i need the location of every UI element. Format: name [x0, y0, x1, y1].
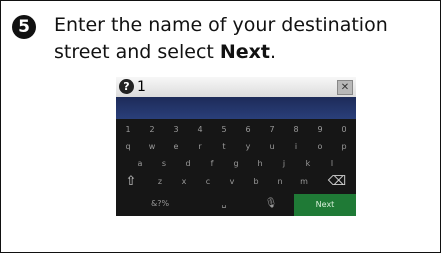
key-o[interactable]: o: [310, 139, 330, 155]
key-t[interactable]: t: [214, 139, 234, 155]
key-w[interactable]: w: [142, 139, 162, 155]
clear-input-button[interactable]: ✕: [337, 80, 353, 95]
next-button[interactable]: Next: [294, 194, 356, 216]
microphone-icon[interactable]: 🎙: [256, 194, 286, 214]
key-9[interactable]: 9: [310, 122, 330, 138]
key-y[interactable]: y: [238, 139, 258, 155]
shift-icon[interactable]: ⇧: [120, 174, 142, 190]
instruction-bold-next: Next: [219, 41, 271, 63]
space-bar-icon[interactable]: ␣: [202, 194, 246, 214]
keyboard-row-numbers: 1 2 3 4 5 6 7 8 9 0: [116, 122, 356, 138]
step-number-badge: 5: [12, 15, 36, 39]
key-g[interactable]: g: [226, 156, 246, 172]
key-a[interactable]: a: [130, 156, 150, 172]
help-icon[interactable]: ?: [119, 79, 134, 94]
key-n[interactable]: n: [270, 174, 290, 190]
key-d[interactable]: d: [178, 156, 198, 172]
symbols-button[interactable]: &?%: [140, 194, 180, 214]
key-k[interactable]: k: [298, 156, 318, 172]
key-x[interactable]: x: [174, 174, 194, 190]
key-u[interactable]: u: [262, 139, 282, 155]
key-f[interactable]: f: [202, 156, 222, 172]
backspace-icon[interactable]: ⌫: [324, 174, 350, 190]
key-r[interactable]: r: [190, 139, 210, 155]
key-s[interactable]: s: [154, 156, 174, 172]
key-i[interactable]: i: [286, 139, 306, 155]
key-j[interactable]: j: [274, 156, 294, 172]
key-8[interactable]: 8: [286, 122, 306, 138]
key-2[interactable]: 2: [142, 122, 162, 138]
key-5[interactable]: 5: [214, 122, 234, 138]
key-p[interactable]: p: [334, 139, 354, 155]
navigation-device-screen: ? 1 ✕ 1 2 3 4 5 6 7 8 9 0 q w e r t y u …: [116, 77, 356, 216]
street-search-bar: ? 1 ✕: [116, 77, 356, 97]
key-4[interactable]: 4: [190, 122, 210, 138]
key-6[interactable]: 6: [238, 122, 258, 138]
key-c[interactable]: c: [198, 174, 218, 190]
key-3[interactable]: 3: [166, 122, 186, 138]
on-screen-keyboard: 1 2 3 4 5 6 7 8 9 0 q w e r t y u i o p …: [116, 119, 356, 216]
key-h[interactable]: h: [250, 156, 270, 172]
street-input[interactable]: 1: [137, 78, 146, 96]
key-e[interactable]: e: [166, 139, 186, 155]
keyboard-row-qwerty: q w e r t y u i o p: [116, 139, 356, 155]
key-l[interactable]: l: [322, 156, 342, 172]
suggestion-area: [116, 97, 356, 119]
keyboard-row-bottom: &?% ␣ 🎙 Next: [116, 194, 356, 216]
keyboard-row-zxcv: ⇧ z x c v b n m ⌫: [116, 174, 356, 190]
instruction-panel: 5 Enter the name of your destination str…: [0, 0, 441, 253]
key-q[interactable]: q: [118, 139, 138, 155]
key-m[interactable]: m: [294, 174, 314, 190]
keyboard-row-asdf: a s d f g h j k l: [116, 156, 356, 172]
key-1[interactable]: 1: [118, 122, 138, 138]
step-instruction: Enter the name of your destination stree…: [54, 12, 434, 66]
instruction-period: .: [270, 41, 277, 63]
key-0[interactable]: 0: [334, 122, 354, 138]
key-7[interactable]: 7: [262, 122, 282, 138]
key-z[interactable]: z: [150, 174, 170, 190]
key-b[interactable]: b: [246, 174, 266, 190]
key-v[interactable]: v: [222, 174, 242, 190]
